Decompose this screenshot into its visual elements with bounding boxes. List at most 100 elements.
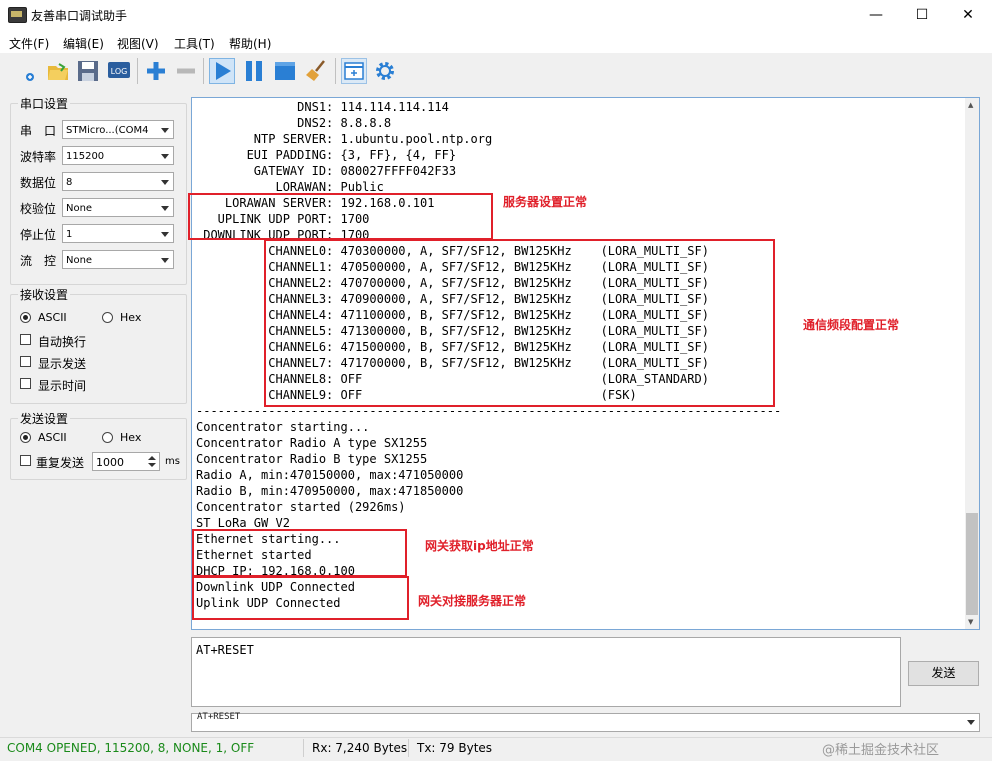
rx-count: Rx: 7,240 Bytes (312, 741, 408, 755)
ip-ok-annotation: 网关获取ip地址正常 (425, 539, 534, 553)
terminal-line: Concentrator starting... (196, 420, 370, 434)
server-settings-highlight (188, 193, 493, 240)
stop-icon[interactable] (272, 58, 298, 84)
auto-wrap-checkbox[interactable] (20, 334, 31, 345)
interval-unit-label: ms (165, 456, 180, 467)
plus-icon[interactable] (143, 58, 169, 84)
pause-icon[interactable] (241, 58, 267, 84)
receive-settings-group (10, 294, 187, 404)
send-ascii-label: ASCII (38, 431, 67, 444)
baud-label: 波特率 (20, 150, 57, 164)
maximize-button[interactable]: ☐ (899, 0, 945, 31)
server-ok-annotation: 服务器设置正常 (503, 195, 588, 209)
repeat-send-checkbox[interactable] (20, 455, 31, 466)
flow-control-label: 流 控 (20, 254, 57, 268)
terminal-line: DNS2: 8.8.8.8 (196, 116, 392, 130)
data-bits-select[interactable]: 8 (62, 172, 174, 191)
broom-icon[interactable] (304, 58, 330, 84)
repeat-send-label: 重复发送 (36, 456, 85, 470)
menu-help[interactable]: 帮助(H) (229, 35, 271, 52)
toolbar-separator (203, 58, 204, 84)
title-bar (0, 0, 992, 31)
chevron-down-icon (161, 154, 169, 159)
log-icon-label: LOG (111, 67, 128, 76)
watermark: @稀土掘金技术社区 (822, 743, 940, 758)
terminal-line: EUI PADDING: {3, FF}, {4, FF} (196, 148, 457, 162)
receive-ascii-radio[interactable] (20, 312, 31, 323)
ip-address-highlight (192, 529, 407, 577)
channel-ok-annotation: 通信频段配置正常 (803, 318, 900, 332)
menu-tools[interactable]: 工具(T) (174, 35, 215, 52)
menu-edit[interactable]: 编辑(E) (63, 35, 104, 52)
settings-gear-icon[interactable] (372, 58, 398, 84)
menu-file[interactable]: 文件(F) (9, 35, 49, 52)
port-select[interactable]: STMicro...(COM4 (62, 120, 174, 139)
play-icon[interactable] (209, 58, 235, 84)
baud-select[interactable]: 115200 (62, 146, 174, 165)
send-history-value: AT+RESET (197, 712, 241, 721)
terminal-line: GATEWAY ID: 080027FFFF042F33 (196, 164, 457, 178)
channel-config-highlight (264, 239, 775, 407)
send-ascii-radio[interactable] (20, 432, 31, 443)
show-send-checkbox[interactable] (20, 356, 31, 367)
serial-settings-title: 串口设置 (18, 95, 71, 112)
chevron-down-icon (161, 258, 169, 263)
minimize-button[interactable]: — (853, 0, 899, 31)
receive-settings-title: 接收设置 (18, 286, 71, 303)
send-button[interactable]: 发送 (908, 661, 979, 686)
window-title: 友善串口调试助手 (31, 9, 128, 23)
show-send-label: 显示发送 (38, 357, 87, 371)
status-divider (408, 739, 409, 757)
flow-control-select[interactable]: None (62, 250, 174, 269)
send-input-text: AT+RESET (196, 643, 254, 657)
send-settings-title: 发送设置 (18, 410, 71, 427)
spin-arrows-icon (148, 456, 156, 467)
scroll-up-icon[interactable]: ▲ (968, 101, 973, 109)
receive-hex-radio[interactable] (102, 312, 113, 323)
repeat-interval-spinbox[interactable]: 1000 (92, 452, 160, 471)
data-bits-value: 8 (66, 177, 73, 188)
chevron-down-icon (161, 180, 169, 185)
menu-view[interactable]: 视图(V) (117, 35, 159, 52)
window-layout-icon[interactable] (341, 58, 367, 84)
scroll-down-icon[interactable]: ▼ (968, 618, 973, 626)
send-hex-radio[interactable] (102, 432, 113, 443)
connect-ok-annotation: 网关对接服务器正常 (418, 594, 527, 608)
terminal-line: NTP SERVER: 1.ubuntu.pool.ntp.org (196, 132, 493, 146)
send-history-select[interactable] (191, 713, 980, 732)
terminal-line: Concentrator Radio B type SX1255 (196, 452, 428, 466)
show-time-label: 显示时间 (38, 379, 87, 393)
chevron-down-icon (161, 128, 169, 133)
auto-wrap-label: 自动换行 (38, 335, 87, 349)
tx-count: Tx: 79 Bytes (417, 741, 493, 755)
receive-hex-label: Hex (120, 311, 142, 324)
terminal-line: Radio B, min:470950000, max:471850000 (196, 484, 464, 498)
status-divider (303, 739, 304, 757)
toolbar-separator (335, 58, 336, 84)
parity-value: None (66, 203, 93, 214)
flow-control-value: None (66, 255, 93, 266)
stop-bits-value: 1 (66, 229, 73, 240)
port-value: STMicro...(COM4 (66, 125, 149, 136)
udp-connect-highlight (192, 576, 409, 620)
terminal-line: Concentrator Radio A type SX1255 (196, 436, 428, 450)
log-icon[interactable]: LOG (106, 58, 132, 84)
baud-value: 115200 (66, 151, 105, 162)
save-icon[interactable] (75, 58, 101, 84)
scrollbar-thumb[interactable] (966, 513, 978, 615)
minus-icon[interactable] (173, 58, 199, 84)
chevron-down-icon (161, 206, 169, 211)
close-button[interactable]: ✕ (945, 0, 991, 31)
terminal-line: Radio A, min:470150000, max:471050000 (196, 468, 464, 482)
chevron-down-icon (967, 720, 975, 725)
new-icon[interactable] (17, 58, 43, 84)
open-folder-icon[interactable] (45, 58, 71, 84)
stop-bits-label: 停止位 (20, 228, 57, 242)
show-time-checkbox[interactable] (20, 378, 31, 389)
send-hex-label: Hex (120, 431, 142, 444)
stop-bits-select[interactable]: 1 (62, 224, 174, 243)
terminal-line: Concentrator started (2926ms) (196, 500, 406, 514)
receive-ascii-label: ASCII (38, 311, 67, 324)
parity-select[interactable]: None (62, 198, 174, 217)
send-input[interactable] (191, 637, 901, 707)
